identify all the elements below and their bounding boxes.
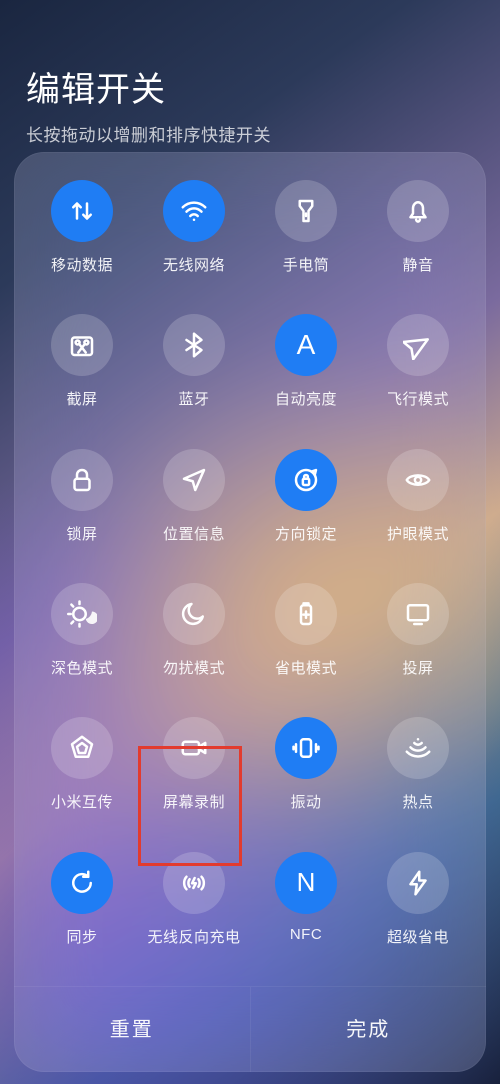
tile-label: 屏幕录制 [163,791,225,812]
tile-hotspot[interactable]: 热点 [362,711,474,841]
sync-icon [51,852,113,914]
battery-icon [275,583,337,645]
reset-button[interactable]: 重置 [14,987,250,1072]
page-title: 编辑开关 [26,62,474,111]
record-icon [163,717,225,779]
eye-icon [387,449,449,511]
toggles-panel: 移动数据 无线网络 手电筒 静音 截屏 [14,152,486,1072]
bluetooth-icon [163,314,225,376]
moon-icon [163,583,225,645]
page-subtitle: 长按拖动以增删和排序快捷开关 [26,121,474,146]
tile-location[interactable]: 位置信息 [138,443,250,573]
tile-vibrate[interactable]: 振动 [250,711,362,841]
tile-label: 移动数据 [51,254,113,275]
tile-label: 超级省电 [387,926,449,947]
tile-dnd[interactable]: 勿扰模式 [138,577,250,707]
tile-label: NFC [290,926,322,943]
lock-icon [51,449,113,511]
toggles-grid: 移动数据 无线网络 手电筒 静音 截屏 [14,152,486,986]
tile-wifi[interactable]: 无线网络 [138,174,250,304]
header: 编辑开关 长按拖动以增删和排序快捷开关 [0,0,500,162]
tile-mobile-data[interactable]: 移动数据 [26,174,138,304]
bell-icon [387,180,449,242]
mi-share-icon [51,717,113,779]
done-button[interactable]: 完成 [250,987,487,1072]
tile-battery-saver[interactable]: 省电模式 [250,577,362,707]
tile-label: 方向锁定 [275,523,337,544]
mobile-data-icon [51,180,113,242]
tile-label: 截屏 [66,388,97,409]
tile-label: 省电模式 [275,657,337,678]
tile-screen-record[interactable]: 屏幕录制 [138,711,250,841]
tile-label: 锁屏 [66,523,97,544]
auto-brightness-icon: A [275,314,337,376]
flashlight-icon [275,180,337,242]
tile-label: 手电筒 [283,254,330,275]
cast-icon [387,583,449,645]
tile-label: 位置信息 [163,523,225,544]
tile-sync[interactable]: 同步 [26,846,138,976]
tile-label: 无线反向充电 [147,926,240,947]
tile-ultra-battery[interactable]: 超级省电 [362,846,474,976]
tile-mi-share[interactable]: 小米互传 [26,711,138,841]
tile-lock[interactable]: 锁屏 [26,443,138,573]
scissors-icon [51,314,113,376]
tile-flashlight[interactable]: 手电筒 [250,174,362,304]
airplane-icon [387,314,449,376]
tile-label: 热点 [402,791,433,812]
tile-label: 无线网络 [163,254,225,275]
tile-label: 振动 [290,791,321,812]
orientation-lock-icon [275,449,337,511]
tile-label: 护眼模式 [387,523,449,544]
tile-eye-protect[interactable]: 护眼模式 [362,443,474,573]
tile-reverse-charge[interactable]: 无线反向充电 [138,846,250,976]
tile-label: 深色模式 [51,657,113,678]
hotspot-icon [387,717,449,779]
tile-label: 自动亮度 [275,388,337,409]
footer: 重置 完成 [14,986,486,1072]
dark-mode-icon [51,583,113,645]
tile-mute[interactable]: 静音 [362,174,474,304]
nfc-icon: N [275,852,337,914]
location-icon [163,449,225,511]
tile-airplane[interactable]: 飞行模式 [362,308,474,438]
tile-nfc[interactable]: N NFC [250,846,362,976]
tile-dark-mode[interactable]: 深色模式 [26,577,138,707]
tile-bluetooth[interactable]: 蓝牙 [138,308,250,438]
tile-label: 同步 [66,926,97,947]
tile-label: 蓝牙 [178,388,209,409]
tile-auto-brightness[interactable]: A 自动亮度 [250,308,362,438]
tile-label: 飞行模式 [387,388,449,409]
tile-label: 静音 [402,254,433,275]
wifi-icon [163,180,225,242]
tile-screenshot[interactable]: 截屏 [26,308,138,438]
tile-cast[interactable]: 投屏 [362,577,474,707]
tile-label: 小米互传 [51,791,113,812]
bolt-icon [387,852,449,914]
tile-label: 勿扰模式 [163,657,225,678]
vibrate-icon [275,717,337,779]
tile-orientation-lock[interactable]: 方向锁定 [250,443,362,573]
reverse-charge-icon [163,852,225,914]
tile-label: 投屏 [402,657,433,678]
